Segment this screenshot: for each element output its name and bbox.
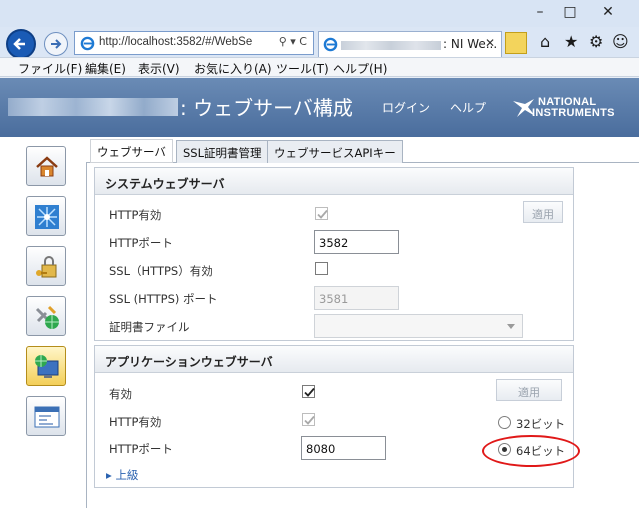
menu-file[interactable]: ファイル(F) — [18, 60, 82, 77]
login-link[interactable]: ログイン — [382, 99, 430, 116]
title-bar: – □ ✕ — [0, 0, 639, 27]
sidebar — [0, 137, 80, 511]
tab-ssl-certificates[interactable]: SSL証明書管理 — [176, 140, 269, 163]
web-server-icon — [35, 355, 59, 378]
application-http-port-input[interactable]: 8080 — [301, 436, 386, 460]
sidebar-security-button[interactable] — [26, 246, 66, 286]
system-http-enabled-checkbox[interactable] — [315, 207, 328, 220]
favorites-star-icon[interactable]: ★ — [564, 33, 578, 51]
radio-32bit[interactable] — [498, 416, 511, 429]
menu-favorites[interactable]: お気に入り(A) — [194, 60, 272, 77]
application-apply-button[interactable]: 適用 — [496, 379, 562, 401]
search-icon[interactable]: ⚲ ▾ C — [279, 35, 307, 48]
minimize-icon[interactable]: – — [530, 3, 550, 21]
system-http-port-input[interactable]: 3582 — [314, 230, 399, 254]
forward-button[interactable] — [44, 32, 68, 56]
chevron-down-icon — [507, 324, 515, 329]
gear-icon[interactable]: ⚙ — [589, 33, 603, 51]
menu-help[interactable]: ヘルプ(H) — [333, 60, 387, 77]
ssl-port-input[interactable]: 3581 — [314, 286, 399, 310]
ni-logo: NATIONAL INSTRUMENTS — [512, 96, 632, 120]
ssl-enabled-label: SSL（HTTPS）有効 — [109, 264, 213, 278]
checkmark-icon — [304, 415, 315, 425]
radio-32bit-label: 32ビット — [516, 417, 566, 431]
ssl-port-label: SSL (HTTPS) ポート — [109, 292, 218, 306]
browser-tab[interactable]: : NI We... ✕ — [318, 31, 502, 57]
checkmark-icon — [317, 209, 328, 219]
tab-web-service-api-keys[interactable]: ウェブサービスAPIキー — [267, 140, 403, 163]
window-console-icon — [34, 406, 60, 428]
advanced-link-label[interactable]: 上級 — [115, 468, 138, 482]
home-icon — [36, 156, 58, 177]
app-http-enabled-label: HTTP有効 — [109, 415, 162, 429]
network-icon — [35, 205, 59, 229]
app-http-port-label: HTTPポート — [109, 442, 173, 456]
smiley-icon[interactable]: ☺ — [612, 33, 629, 51]
redacted-text — [341, 41, 441, 50]
sidebar-console-button[interactable] — [26, 396, 66, 436]
page-title: : ウェブサーバ構成 — [180, 96, 353, 120]
highlight-annotation — [482, 435, 580, 467]
application-enabled-checkbox[interactable] — [302, 385, 315, 398]
menu-edit[interactable]: 編集(E) — [85, 60, 126, 77]
panel-header: アプリケーションウェブサーバ — [95, 346, 573, 373]
new-tab-button[interactable] — [505, 32, 527, 54]
panel-title: システムウェブサーバ — [105, 177, 225, 191]
lock-key-icon — [36, 256, 57, 278]
menu-bar: ファイル(F) 編集(E) 表示(V) お気に入り(A) ツール(T) ヘルプ(… — [0, 57, 639, 77]
ssl-enabled-checkbox[interactable] — [315, 262, 328, 275]
close-icon[interactable]: ✕ — [598, 3, 618, 21]
sidebar-webserver-button[interactable] — [26, 346, 66, 386]
system-apply-button[interactable]: 適用 — [523, 201, 563, 223]
help-link[interactable]: ヘルプ — [450, 99, 486, 116]
enabled-label: 有効 — [109, 387, 132, 401]
http-enabled-label: HTTP有効 — [109, 208, 162, 222]
home-icon[interactable]: ⌂ — [540, 33, 550, 51]
browser-chrome: – □ ✕ http://localhost:3582/#/WebSe ⚲ ▾ … — [0, 0, 639, 78]
checkmark-icon — [304, 387, 315, 397]
app-header: : ウェブサーバ構成 ログイン ヘルプ NATIONAL INSTRUMENTS — [0, 78, 639, 137]
menu-view[interactable]: 表示(V) — [138, 60, 180, 77]
back-button[interactable] — [6, 29, 36, 59]
sidebar-tools-button[interactable] — [26, 296, 66, 336]
certificate-file-label: 証明書ファイル — [109, 320, 190, 334]
advanced-link[interactable]: ▸ 上級 — [106, 467, 138, 483]
navigation-bar: http://localhost:3582/#/WebSe ⚲ ▾ C : NI… — [0, 27, 639, 59]
sidebar-home-button[interactable] — [26, 146, 66, 186]
certificate-file-select[interactable] — [314, 314, 523, 338]
maximize-icon[interactable]: □ — [560, 3, 580, 21]
close-tab-icon[interactable]: ✕ — [485, 36, 495, 50]
tools-globe-icon — [35, 305, 59, 329]
panel-header: システムウェブサーバ — [95, 168, 573, 195]
ie-icon — [80, 36, 95, 51]
redacted-hostname — [8, 98, 178, 116]
back-arrow-icon — [13, 38, 25, 50]
sidebar-network-button[interactable] — [26, 196, 66, 236]
tab-web-server[interactable]: ウェブサーバ — [90, 139, 173, 163]
address-bar[interactable]: http://localhost:3582/#/WebSe ⚲ ▾ C — [74, 31, 314, 55]
url-text[interactable]: http://localhost:3582/#/WebSe — [99, 36, 252, 48]
http-port-label: HTTPポート — [109, 236, 173, 250]
menu-tools[interactable]: ツール(T) — [276, 60, 329, 77]
forward-arrow-icon — [51, 39, 62, 49]
panel-title: アプリケーションウェブサーバ — [105, 355, 273, 369]
ie-icon — [323, 37, 338, 52]
application-http-enabled-checkbox[interactable] — [302, 413, 315, 426]
